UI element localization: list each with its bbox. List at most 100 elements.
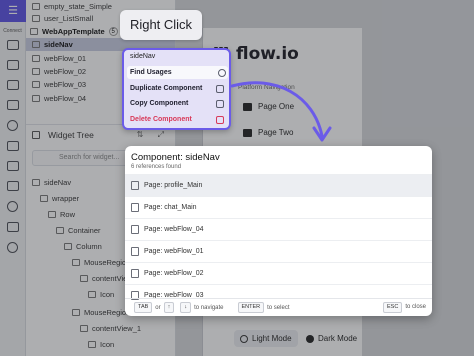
assets-icon[interactable]: [6, 222, 19, 232]
tree-item[interactable]: webFlow_01: [32, 52, 86, 65]
tree-item[interactable]: webFlow_02: [32, 65, 86, 78]
tree-item-label: webFlow_01: [44, 54, 87, 63]
search-icon: [218, 68, 226, 77]
page-icon: [32, 95, 40, 102]
widget-node-label: MouseRegion: [84, 258, 131, 267]
arrow-down-key: ↓: [180, 302, 192, 313]
context-menu-title: sideNav: [130, 53, 156, 60]
widget-node[interactable]: Icon: [88, 338, 114, 351]
widget-node-label: wrapper: [52, 194, 80, 203]
references-footer: TAB or ↑ ↓ to navigate ENTER to select E…: [125, 298, 432, 316]
dark-mode-label: Dark Mode: [318, 334, 358, 343]
light-mode-label: Light Mode: [252, 334, 292, 343]
folder-icon: [30, 28, 38, 35]
esc-key: ESC: [383, 302, 403, 313]
enter-key: ENTER: [237, 302, 265, 313]
tree-item[interactable]: user_ListSmall: [32, 12, 93, 25]
settings-icon[interactable]: [7, 242, 18, 253]
reference-label: Page: webFlow_04: [144, 226, 204, 233]
reference-item[interactable]: Page: webFlow_04: [125, 218, 432, 240]
menu-item-label: Find Usages: [130, 69, 172, 76]
menu-item-label: Duplicate Component: [130, 85, 203, 92]
delete-component-menu-item[interactable]: Delete Component: [130, 113, 226, 126]
folder-count-badge: 5: [108, 27, 118, 36]
row-icon: [48, 211, 56, 218]
moon-icon: [306, 334, 314, 343]
widget-node[interactable]: Column: [64, 240, 102, 253]
rail-connect-label: Connect: [3, 28, 22, 34]
menu-item-label: Copy Component: [130, 100, 189, 107]
folder-label: WebAppTemplate: [42, 27, 105, 36]
mouse-region-icon: [72, 259, 80, 266]
menu-item-label: Delete Component: [130, 116, 192, 123]
storyboard-icon[interactable]: [6, 80, 19, 90]
tree-item-label: user_ListSmall: [44, 14, 94, 23]
close-hint: to close: [405, 304, 426, 310]
pages-icon[interactable]: [6, 40, 19, 50]
reference-item[interactable]: Page: webFlow_02: [125, 262, 432, 284]
widget-node[interactable]: Container: [56, 224, 101, 237]
reference-label: Page: webFlow_02: [144, 270, 204, 277]
reference-item[interactable]: Page: chat_Main: [125, 196, 432, 218]
widget-node-label: Icon: [100, 290, 115, 299]
folder-item[interactable]: WebAppTemplate 5: [30, 25, 118, 38]
dark-mode-toggle[interactable]: Dark Mode: [300, 330, 363, 347]
arrow-up-key: ↑: [163, 302, 175, 313]
find-usages-menu-item[interactable]: Find Usages: [127, 66, 228, 79]
references-count: 6 references found: [131, 164, 182, 170]
reference-label: Page: profile_Main: [144, 182, 203, 189]
tree-item-label: sideNav: [44, 40, 73, 49]
brand-title: flow.io: [236, 44, 299, 64]
widget-node[interactable]: wrapper: [40, 192, 79, 205]
light-mode-toggle[interactable]: Light Mode: [234, 330, 298, 347]
component-icon: [32, 179, 40, 186]
component-icon: [80, 325, 88, 332]
tree-item-label: webFlow_03: [44, 80, 87, 89]
mouse-region-icon: [72, 309, 80, 316]
widget-node-label: MouseRegion: [84, 308, 131, 317]
or-text: or: [155, 304, 161, 311]
widget-node[interactable]: Icon: [88, 288, 114, 301]
navigate-hint: to navigate: [194, 304, 224, 311]
copy-icon: [216, 99, 224, 108]
test-icon[interactable]: [7, 201, 18, 212]
reference-label: Page: webFlow_01: [144, 248, 204, 255]
widget-node-label: Row: [60, 210, 76, 219]
widget-node[interactable]: Row: [48, 208, 75, 221]
duplicate-component-menu-item[interactable]: Duplicate Component: [130, 82, 226, 95]
widget-node[interactable]: MouseRegion: [72, 256, 130, 269]
page-icon: [131, 181, 139, 190]
widget-tree-tools[interactable]: ⇅ ⤢: [137, 130, 170, 140]
app-menu-icon[interactable]: ☰: [0, 0, 26, 22]
tree-item[interactable]: webFlow_04: [32, 92, 86, 105]
context-menu: sideNav Find Usages Duplicate Component …: [122, 48, 231, 130]
theme-icon[interactable]: [7, 120, 18, 131]
tree-item-label: empty_state_Simple: [44, 2, 112, 11]
copy-icon: [216, 84, 224, 93]
api-icon[interactable]: [6, 161, 19, 171]
select-hint: to select: [267, 304, 290, 311]
data-icon[interactable]: [6, 141, 19, 151]
copy-component-menu-item[interactable]: Copy Component: [130, 97, 226, 110]
page-icon: [32, 55, 40, 62]
widget-node[interactable]: contentView_1: [80, 322, 141, 335]
widget-tree-title: Widget Tree: [48, 129, 94, 140]
page-icon: [131, 203, 139, 212]
tree-item-label: webFlow_02: [44, 67, 87, 76]
widget-node-label: contentView_1: [92, 324, 142, 333]
components-icon[interactable]: [6, 100, 19, 110]
tree-item-label: webFlow_04: [44, 94, 87, 103]
widget-tree-icon[interactable]: [6, 60, 19, 70]
reference-label: Page: chat_Main: [144, 204, 197, 211]
reference-item[interactable]: Page: profile_Main: [125, 174, 432, 196]
widget-node[interactable]: MouseRegion: [72, 306, 130, 319]
close-hint-group: ESC to close: [380, 302, 426, 313]
cloud-icon[interactable]: [6, 181, 19, 191]
widget-node-label: Container: [68, 226, 101, 235]
tree-item[interactable]: webFlow_03: [32, 78, 86, 91]
widget-node[interactable]: sideNav: [32, 176, 71, 189]
reference-item[interactable]: Page: webFlow_01: [125, 240, 432, 262]
icon-widget-icon: [88, 341, 96, 348]
right-click-callout: Right Click: [120, 10, 202, 40]
page-icon: [131, 247, 139, 256]
